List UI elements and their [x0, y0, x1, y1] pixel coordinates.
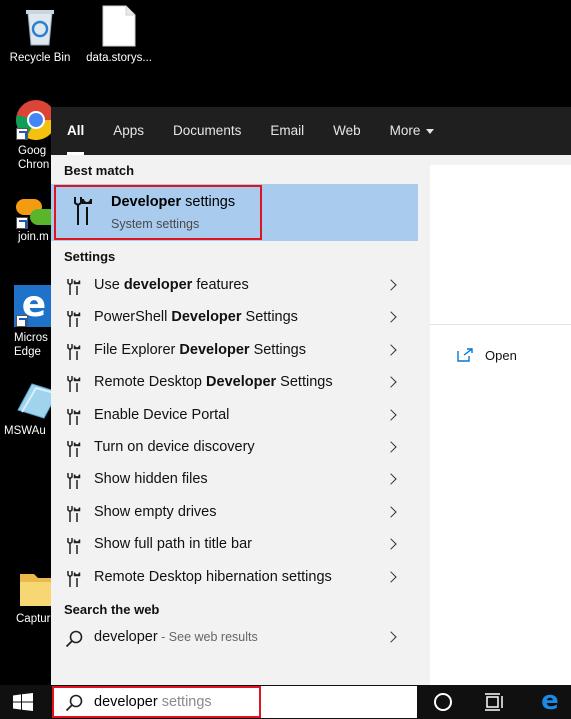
- best-match-highlight-outline: [54, 185, 262, 240]
- preview-divider: [430, 324, 571, 325]
- chevron-right-icon: [385, 344, 397, 356]
- settings-result-label: Turn on device discovery: [94, 439, 255, 455]
- settings-result-item[interactable]: PowerShell Developer Settings: [51, 302, 418, 334]
- recycle-bin-icon: [26, 10, 54, 46]
- settings-result-label: Use developer features: [94, 277, 249, 293]
- settings-tools-icon: [65, 310, 81, 333]
- windows-start-icon[interactable]: [13, 693, 33, 711]
- tab-all[interactable]: All: [67, 107, 85, 155]
- settings-tools-icon: [65, 375, 81, 398]
- chevron-down-icon: [426, 128, 435, 134]
- settings-result-label: Show empty drives: [94, 503, 217, 520]
- tab-apps[interactable]: Apps: [113, 107, 144, 155]
- edge-taskbar-icon[interactable]: e: [538, 688, 562, 714]
- web-query: developer: [94, 629, 158, 645]
- file-icon: [102, 5, 136, 47]
- settings-tools-icon: [65, 505, 81, 528]
- web-result-developer[interactable]: developer - See web results: [51, 622, 418, 654]
- settings-result-label: Enable Device Portal: [94, 406, 230, 423]
- settings-result-label: PowerShell Developer Settings: [94, 309, 298, 326]
- search-panel: All Apps Documents Email Web More Best m…: [51, 107, 571, 685]
- chevron-right-icon: [385, 570, 397, 583]
- settings-heading: Settings: [64, 249, 116, 264]
- chevron-right-icon: [385, 311, 397, 324]
- open-label: Open: [485, 347, 517, 363]
- tab-more-label: More: [389, 123, 421, 138]
- shortcut-arrow-icon: [16, 128, 28, 140]
- desktop-icon-captures[interactable]: Captur: [6, 568, 60, 625]
- desktop-icon-label: Goog Chron: [18, 145, 50, 171]
- settings-result-item[interactable]: Use developer features: [51, 270, 418, 302]
- settings-result-item[interactable]: Remote Desktop hibernation settings: [51, 562, 418, 594]
- settings-result-item[interactable]: Show full path in title bar: [51, 529, 418, 561]
- chevron-right-icon: [385, 506, 397, 518]
- results-list: Best match Developer settings System set…: [51, 155, 418, 685]
- settings-tools-icon: [65, 472, 81, 495]
- preview-pane: Open: [430, 165, 571, 685]
- settings-tools-icon: [65, 440, 81, 463]
- settings-result-item[interactable]: Enable Device Portal: [51, 400, 418, 432]
- chevron-right-icon: [385, 473, 397, 486]
- desktop-icon-label: MSWAu: [4, 425, 46, 437]
- shortcut-arrow-icon: [16, 217, 28, 229]
- shortcut-arrow-icon: [16, 315, 28, 327]
- chevron-right-icon: [385, 631, 397, 643]
- tab-more[interactable]: More: [390, 107, 435, 155]
- settings-result-item[interactable]: File Explorer Developer Settings: [51, 335, 418, 367]
- taskbar-search-input[interactable]: developer settings: [52, 686, 417, 718]
- desktop-icon-join-me[interactable]: join.m: [6, 195, 58, 243]
- settings-result-label: File Explorer Developer Settings: [94, 341, 306, 358]
- tab-documents[interactable]: Documents: [173, 107, 241, 155]
- open-button[interactable]: Open: [457, 345, 517, 365]
- chevron-right-icon: [385, 279, 397, 291]
- settings-tools-icon: [65, 343, 81, 366]
- settings-result-item[interactable]: Remote Desktop Developer Settings: [51, 367, 418, 399]
- web-hint: - See web results: [157, 630, 258, 644]
- settings-result-item[interactable]: Turn on device discovery: [51, 432, 418, 464]
- search-scope-tabs: All Apps Documents Email Web More: [51, 107, 571, 155]
- chevron-right-icon: [385, 441, 397, 453]
- desktop-icon-label: data.storys...: [86, 52, 152, 64]
- settings-result-item[interactable]: Show hidden files: [51, 464, 418, 496]
- desktop-icon-data-file[interactable]: data.storys...: [84, 5, 154, 64]
- search-web-heading: Search the web: [64, 602, 160, 617]
- settings-result-label: Show hidden files: [94, 471, 208, 488]
- best-match-heading: Best match: [64, 163, 135, 178]
- desktop-icon-label: Recycle Bin: [9, 52, 71, 64]
- settings-result-item[interactable]: Show empty drives: [51, 497, 418, 529]
- settings-tools-icon: [65, 408, 81, 431]
- settings-tools-icon: [65, 537, 81, 560]
- settings-result-label: Remote Desktop hibernation settings: [94, 568, 332, 585]
- settings-tools-icon: [65, 570, 81, 593]
- best-match-developer-settings[interactable]: Developer settings System settings: [51, 184, 418, 241]
- task-view-icon[interactable]: [484, 693, 504, 711]
- tab-web[interactable]: Web: [333, 107, 361, 155]
- chevron-right-icon: [385, 408, 397, 421]
- desktop-icon-recycle-bin[interactable]: Recycle Bin: [5, 5, 75, 64]
- desktop-icon-label: join.m: [18, 231, 49, 243]
- cortana-icon[interactable]: [434, 693, 452, 711]
- settings-tools-icon: [65, 278, 81, 301]
- search-highlight-outline: [52, 686, 261, 718]
- desktop-icon-edge[interactable]: e Micros Edge: [6, 285, 56, 359]
- open-icon: [457, 348, 473, 362]
- desktop-icon-chrome[interactable]: Goog Chron: [6, 98, 56, 172]
- tab-email[interactable]: Email: [270, 107, 304, 155]
- settings-result-label: Remote Desktop Developer Settings: [94, 374, 333, 391]
- desktop-icon-label: Micros Edge: [14, 332, 48, 358]
- chevron-right-icon: [385, 376, 397, 388]
- taskbar: developer settings e: [0, 685, 571, 719]
- settings-result-label: Show full path in title bar: [94, 536, 252, 553]
- search-icon: [65, 630, 83, 648]
- desktop-icon-mswau[interactable]: MSWAu: [4, 380, 59, 437]
- desktop-icon-label: Captur: [16, 613, 51, 625]
- chevron-right-icon: [385, 538, 397, 550]
